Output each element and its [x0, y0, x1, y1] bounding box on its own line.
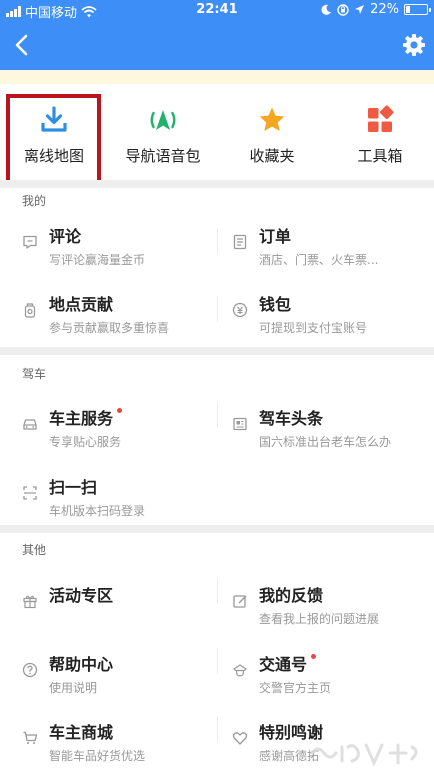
- section-title-mine: 我的: [22, 194, 47, 208]
- my-feedback-subtitle: 查看我上报的问题进展: [259, 612, 380, 626]
- scan-subtitle: 车机版本扫码登录: [49, 504, 146, 518]
- battery-icon: [404, 4, 431, 15]
- car-owner-service-title: 车主服务: [49, 405, 123, 429]
- scan-entry[interactable]: 扫一扫 车机版本扫码登录: [0, 462, 217, 528]
- my-feedback-entry[interactable]: 我的反馈 查看我上报的问题进展: [217, 570, 434, 636]
- section-gap: [0, 347, 434, 355]
- feedback-icon: [233, 595, 247, 608]
- wallet-title: 钱包: [259, 295, 292, 314]
- order-subtitle: 酒店、门票、火车票...: [259, 253, 379, 267]
- police-icon: [233, 664, 247, 677]
- toolbox-button[interactable]: 工具箱: [326, 84, 434, 180]
- car-mall-subtitle: 智能车品好货优选: [49, 749, 146, 763]
- order-title: 订单: [259, 227, 292, 246]
- status-bar: 中国移动 22:41 22%: [0, 0, 434, 21]
- location-arrow-icon: [355, 5, 365, 14]
- location-contribute-title: 地点贡献: [49, 295, 114, 314]
- driving-headlines-title: 驾车头条: [259, 409, 324, 428]
- section-gap: [0, 180, 434, 188]
- car-owner-service-subtitle: 专享贴心服务: [49, 435, 122, 449]
- location-contribute-entry[interactable]: 地点贡献 参与贡献赢取多重惊喜: [0, 279, 217, 345]
- settings-gear-icon[interactable]: [402, 33, 426, 57]
- scan-title: 扫一扫: [49, 478, 98, 497]
- back-button[interactable]: [10, 32, 34, 58]
- traffic-account-subtitle: 交警官方主页: [259, 681, 332, 695]
- car-mall-title: 车主商城: [49, 723, 114, 742]
- watermark: [310, 743, 418, 767]
- nav-voice-pack-label: 导航语音包: [125, 147, 201, 165]
- help-center-subtitle: 使用说明: [49, 681, 98, 695]
- heart-icon: [232, 732, 248, 745]
- my-feedback-title: 我的反馈: [259, 586, 324, 605]
- nav-voice-pack-button[interactable]: 导航语音包: [108, 84, 218, 180]
- car-mall-entry[interactable]: 车主商城 智能车品好货优选: [0, 707, 217, 773]
- star-icon: [259, 107, 285, 131]
- moon-icon: [321, 4, 332, 15]
- driving-headlines-entry[interactable]: 驾车头条 国六标准出台老车怎么办: [217, 393, 434, 459]
- activity-zone-entry[interactable]: 活动专区: [0, 570, 217, 636]
- wallet-subtitle: 可提现到支付宝账号: [259, 321, 368, 335]
- order-entry[interactable]: 订单 酒店、门票、火车票...: [217, 211, 434, 277]
- orientation-lock-icon: [337, 3, 349, 16]
- location-contribute-subtitle: 参与贡献赢取多重惊喜: [49, 321, 170, 335]
- comment-entry[interactable]: 评论 写评论赢海量金币: [0, 211, 217, 277]
- favorites-button[interactable]: 收藏夹: [218, 84, 326, 180]
- offline-map-button[interactable]: 离线地图: [0, 84, 108, 180]
- section-mine: 我的 评论 写评论赢海量金币 订单 酒店、门票、火车票... 地点贡献 参与贡献…: [0, 188, 434, 347]
- car-icon: [23, 419, 37, 430]
- section-title-driving: 驾车: [22, 367, 47, 381]
- section-title-other: 其他: [22, 543, 47, 557]
- help-center-title: 帮助中心: [49, 655, 114, 674]
- favorites-label: 收藏夹: [249, 147, 295, 165]
- scan-icon: [23, 486, 37, 500]
- quick-entry-row: 离线地图 导航语音包 收藏夹 工具箱: [0, 84, 434, 180]
- offline-map-label: 离线地图: [23, 147, 84, 165]
- traffic-account-entry[interactable]: 交通号 交警官方主页: [217, 639, 434, 705]
- help-center-entry[interactable]: 帮助中心 使用说明: [0, 639, 217, 705]
- gift-icon: [23, 595, 37, 609]
- news-icon: [233, 417, 247, 431]
- comment-title: 评论: [49, 227, 82, 246]
- help-icon: [22, 662, 38, 678]
- driving-headlines-subtitle: 国六标准出台老车怎么办: [259, 435, 392, 449]
- toolbox-label: 工具箱: [357, 147, 403, 165]
- activity-zone-title: 活动专区: [49, 586, 114, 605]
- order-icon: [233, 234, 247, 250]
- cart-icon: [23, 731, 38, 744]
- wallet-icon: [232, 302, 248, 318]
- section-gap: [0, 525, 434, 533]
- location-contribute-icon: [24, 303, 36, 318]
- download-icon: [41, 106, 67, 132]
- car-owner-service-entry[interactable]: 车主服务 专享贴心服务: [0, 393, 217, 459]
- traffic-account-title: 交通号: [259, 651, 317, 675]
- navigation-voice-icon: [150, 110, 176, 130]
- comment-icon: [23, 235, 37, 249]
- battery-percent: 22%: [370, 2, 399, 17]
- section-driving: 驾车 车主服务 专享贴心服务 驾车头条 国六标准出台老车怎么办 扫一扫 车机版本…: [0, 355, 434, 525]
- top-bar: 中国移动 22:41 22%: [0, 0, 434, 70]
- notice-banner: [0, 70, 434, 84]
- toolbox-icon: [368, 105, 394, 132]
- wallet-entry[interactable]: 钱包 可提现到支付宝账号: [217, 279, 434, 345]
- comment-subtitle: 写评论赢海量金币: [49, 253, 146, 267]
- red-dot-badge: [311, 654, 317, 659]
- red-dot-badge: [117, 408, 123, 413]
